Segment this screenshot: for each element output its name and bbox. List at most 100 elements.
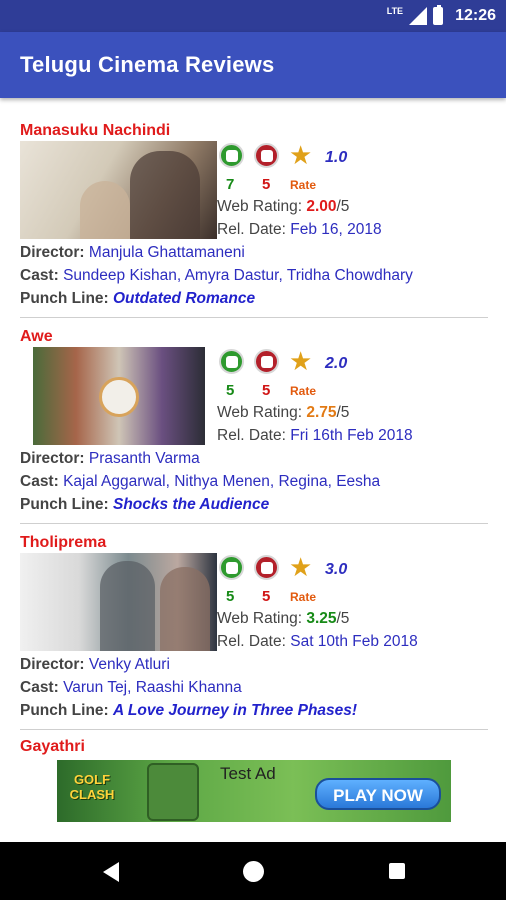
rate-label[interactable]: Rate [290,178,316,192]
director-value: Venky Atluri [88,656,170,673]
punch-line: Punch Line: A Love Journey in Three Phas… [20,702,357,720]
rate-label[interactable]: Rate [290,384,316,398]
app-title: Telugu Cinema Reviews [20,52,275,77]
release-date: Rel. Date: Sat 10th Feb 2018 [217,633,418,651]
status-bar: LTE 12:26 [0,0,506,32]
likes-count: 7 [226,176,235,193]
ad-play-now-button[interactable]: PLAY NOW [315,778,441,810]
thumbs-down-icon[interactable] [254,349,279,374]
movie-title[interactable]: Tholiprema [20,534,106,552]
signal-icon [409,7,428,25]
cast-value: Sundeep Kishan, Amyra Dastur, Tridha Cho… [63,267,413,284]
star-icon[interactable]: ★ [289,140,312,170]
movie-title[interactable]: Awe [20,328,53,346]
web-rating-max: /5 [336,404,350,421]
status-time: 12:26 [455,7,496,24]
director-value: Manjula Ghattamaneni [88,244,245,261]
rate-label[interactable]: Rate [290,590,316,604]
recents-icon[interactable] [389,863,405,879]
director-line: Director: Venky Atluri [20,656,170,674]
cast-value: Kajal Aggarwal, Nithya Menen, Regina, Ee… [63,473,381,490]
web-rating-value: 2.00 [306,198,337,215]
release-date-value: Feb 16, 2018 [290,221,382,238]
user-rating: 3.0 [325,561,348,578]
home-icon[interactable] [243,861,264,882]
punch-line-label: Punch Line: [20,290,113,307]
punch-line-label: Punch Line: [20,496,113,513]
web-rating-label: Web Rating: [217,610,307,627]
release-date-label: Rel. Date: [217,427,291,444]
punch-line-label: Punch Line: [20,702,113,719]
cast-value: Varun Tej, Raashi Khanna [63,679,242,696]
director-label: Director: [20,244,89,261]
cast-label: Cast: [20,679,64,696]
system-nav-bar [0,842,506,900]
punch-line-value: Outdated Romance [113,290,256,307]
dislikes-count: 5 [262,176,271,193]
movie-poster[interactable] [20,141,217,239]
cast-line: Cast: Kajal Aggarwal, Nithya Menen, Regi… [20,473,380,491]
release-date: Rel. Date: Feb 16, 2018 [217,221,382,239]
movie-title[interactable]: Gayathri [20,738,85,756]
web-rating-max: /5 [336,610,350,627]
ad-banner[interactable]: GOLF CLASH Test Ad PLAY NOW [57,760,451,822]
release-date-value: Fri 16th Feb 2018 [290,427,413,444]
web-rating-value: 2.75 [306,404,337,421]
punch-line: Punch Line: Outdated Romance [20,290,255,308]
release-date-value: Sat 10th Feb 2018 [290,633,418,650]
user-rating: 1.0 [325,149,348,166]
release-date: Rel. Date: Fri 16th Feb 2018 [217,427,413,445]
battery-icon [433,5,444,25]
punch-line: Punch Line: Shocks the Audience [20,496,269,514]
likes-count: 5 [226,588,235,605]
divider [20,729,488,730]
ad-label: Test Ad [220,764,276,783]
review-card[interactable]: Tholiprema ★ 3.0 5 5 Rate Web Rating: 3.… [0,524,506,730]
review-card[interactable]: Manasuku Nachindi ★ 1.0 7 5 Rate Web Rat… [0,112,506,318]
back-icon[interactable] [103,862,119,882]
punch-line-value: Shocks the Audience [113,496,270,513]
web-rating-label: Web Rating: [217,198,307,215]
lte-indicator: LTE [386,6,404,16]
web-rating: Web Rating: 2.00/5 [217,198,349,216]
dislikes-count: 5 [262,382,271,399]
cast-label: Cast: [20,473,64,490]
director-label: Director: [20,450,89,467]
app-bar: Telugu Cinema Reviews [0,32,506,98]
web-rating-max: /5 [336,198,350,215]
cast-line: Cast: Sundeep Kishan, Amyra Dastur, Trid… [20,267,413,285]
status-icons: LTE 12:26 [387,5,496,27]
web-rating-label: Web Rating: [217,404,307,421]
thumbs-down-icon[interactable] [254,555,279,580]
star-icon[interactable]: ★ [289,346,312,376]
thumbs-up-icon[interactable] [219,349,244,374]
movie-poster[interactable] [33,347,205,445]
vote-counts: 5 5 Rate [219,588,339,606]
user-rating: 2.0 [325,355,348,372]
thumbs-down-icon[interactable] [254,143,279,168]
movie-title[interactable]: Manasuku Nachindi [20,122,170,140]
release-date-label: Rel. Date: [217,221,291,238]
thumbs-up-icon[interactable] [219,143,244,168]
ad-phone-image [147,763,199,821]
web-rating: Web Rating: 2.75/5 [217,404,349,422]
movie-poster[interactable] [20,553,217,651]
director-label: Director: [20,656,89,673]
director-line: Director: Manjula Ghattamaneni [20,244,245,262]
web-rating-value: 3.25 [306,610,337,627]
review-card[interactable]: Awe ★ 2.0 5 5 Rate Web Rating: 2.75/5 Re… [0,318,506,524]
ad-logo: GOLF CLASH [69,772,115,802]
star-icon[interactable]: ★ [289,552,312,582]
dislikes-count: 5 [262,588,271,605]
director-value: Prasanth Varma [88,450,200,467]
director-line: Director: Prasanth Varma [20,450,200,468]
release-date-label: Rel. Date: [217,633,291,650]
cast-label: Cast: [20,267,64,284]
punch-line-value: A Love Journey in Three Phases! [113,702,358,719]
vote-counts: 5 5 Rate [219,382,339,400]
thumbs-up-icon[interactable] [219,555,244,580]
web-rating: Web Rating: 3.25/5 [217,610,349,628]
likes-count: 5 [226,382,235,399]
cast-line: Cast: Varun Tej, Raashi Khanna [20,679,242,697]
review-list[interactable]: Manasuku Nachindi ★ 1.0 7 5 Rate Web Rat… [0,112,506,730]
